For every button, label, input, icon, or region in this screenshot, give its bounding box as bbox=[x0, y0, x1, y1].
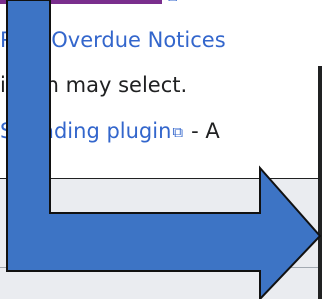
link-underline bbox=[0, 0, 162, 4]
reading-plugin-link[interactable]: S reading plugin bbox=[0, 119, 171, 143]
right-edge-divider bbox=[318, 66, 322, 299]
selection-note-text: il rian may select. bbox=[0, 73, 188, 97]
panel-divider bbox=[0, 267, 322, 268]
reading-plugin-trailing-text: - A bbox=[191, 119, 220, 143]
screenshot-content: ⧉ Pa n Overdue Notices il rian may selec… bbox=[0, 0, 322, 299]
selection-note: il rian may select. bbox=[0, 72, 187, 98]
overdue-notices-link-text: Pa n Overdue Notices bbox=[0, 28, 226, 52]
document-area: ⧉ Pa n Overdue Notices il rian may selec… bbox=[0, 0, 322, 178]
screenshot-root: { "document": { "line1_link": "Pa n Over… bbox=[0, 0, 322, 299]
external-link-icon: ⧉ bbox=[166, 0, 177, 4]
external-link-icon: ⧉ bbox=[172, 123, 184, 141]
overdue-notices-link[interactable]: Pa n Overdue Notices bbox=[0, 27, 226, 53]
reading-plugin-line: S reading plugin⧉ - A bbox=[0, 118, 220, 145]
gray-panel bbox=[0, 178, 322, 299]
